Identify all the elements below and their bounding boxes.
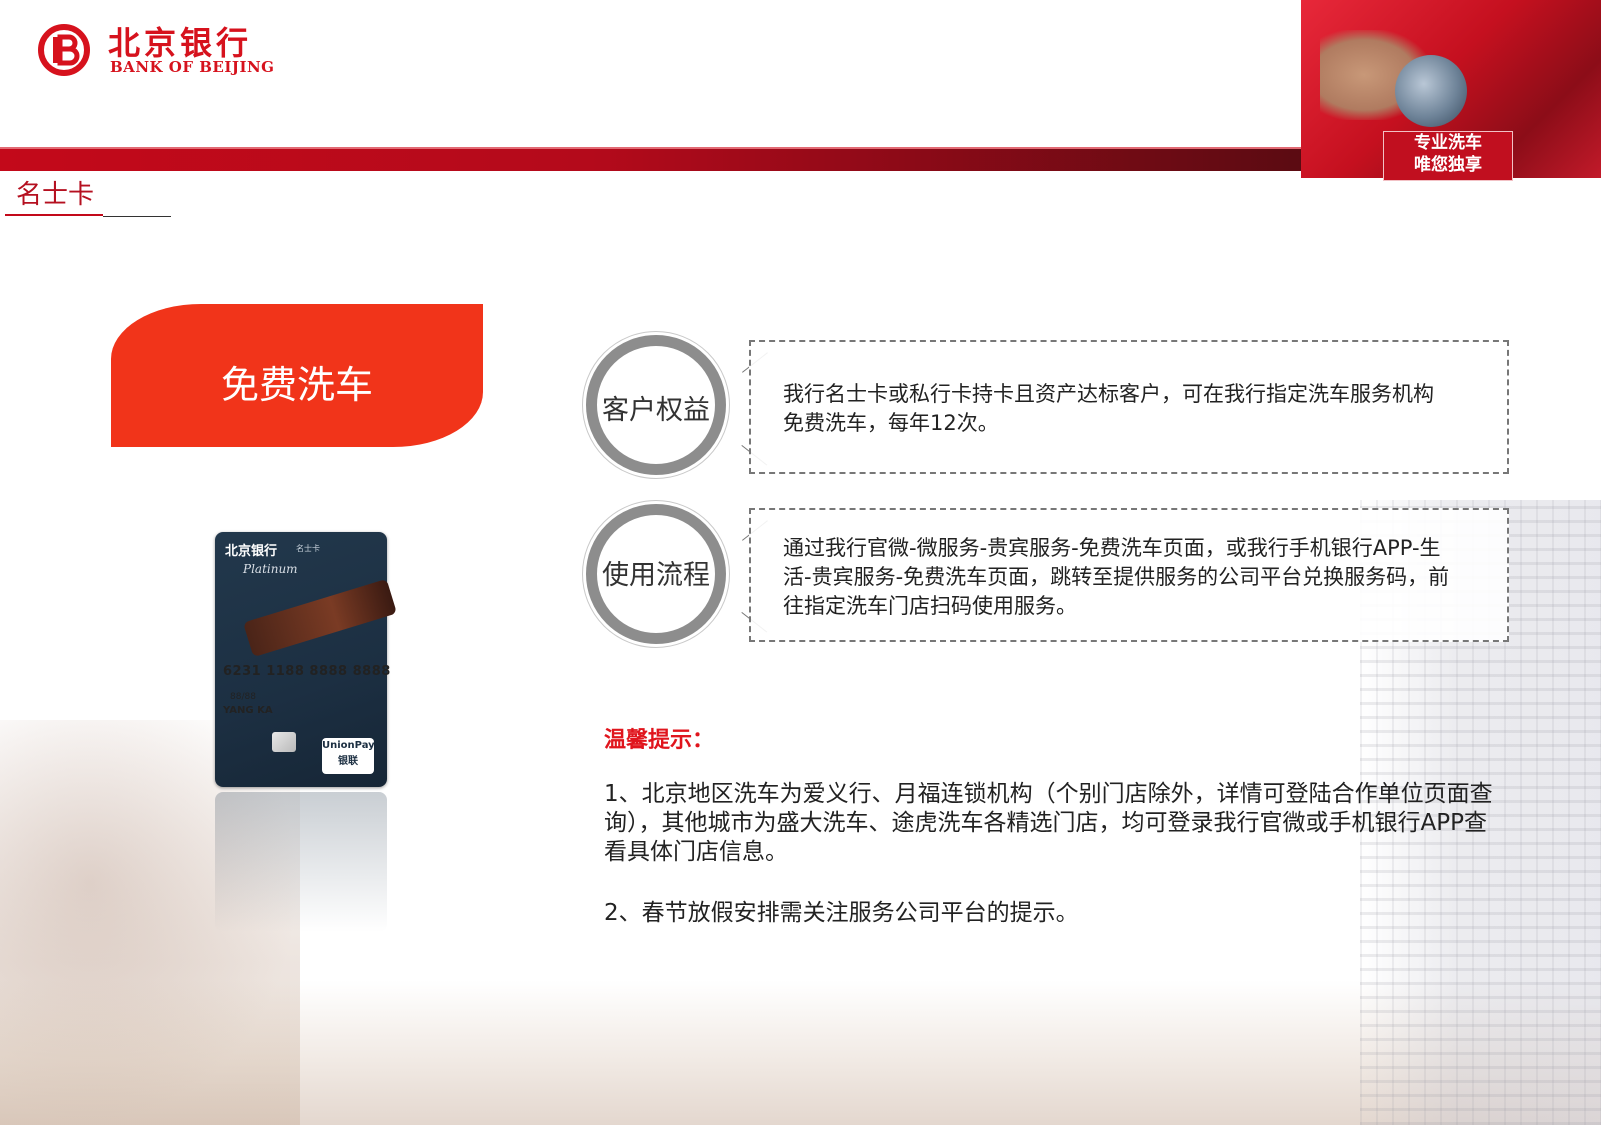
process-text: 通过我行官微-微服务-贵宾服务-免费洗车页面，或我行手机银行APP-生活-贵宾服…: [783, 536, 1450, 618]
card-holder: YANG KA: [223, 705, 273, 716]
card-subtitle: 名士卡: [296, 544, 320, 553]
tab-underline: [5, 214, 103, 216]
benefit-label: 客户权益: [602, 395, 710, 426]
unionpay-logo: UnionPay 银联: [322, 738, 375, 774]
header-band: [0, 147, 1310, 171]
promo-label: 专业洗车 唯您独享: [1383, 131, 1513, 181]
polisher-image: [1395, 55, 1467, 127]
process-box: 通过我行官微-微服务-贵宾服务-免费洗车页面，或我行手机银行APP-生活-贵宾服…: [749, 508, 1509, 642]
card-reflection: [215, 792, 387, 932]
card-bank-name: 北京银行: [225, 544, 278, 559]
page-title: 免费洗车: [220, 363, 373, 407]
bank-logo-icon: [38, 24, 90, 76]
process-label: 使用流程: [602, 560, 710, 591]
page-tab: 名士卡: [16, 180, 95, 210]
promo-label-line2: 唯您独享: [1414, 155, 1482, 175]
card-number: 6231 1188 8888 8888: [223, 664, 391, 679]
tips-item-1: 1、北京地区洗车为爱义行、月福连锁机构（个别门店除外，详情可登陆合作单位页面查询…: [604, 781, 1493, 865]
card-tier: Platinum: [243, 562, 298, 576]
tips-item-2: 2、春节放假安排需关注服务公司平台的提示。: [604, 900, 1079, 926]
benefit-text: 我行名士卡或私行卡持卡且资产达标客户，可在我行指定洗车服务机构免费洗车，每年12…: [783, 382, 1434, 435]
tab-underline-rest: [103, 216, 171, 217]
tips-title: 温馨提示：: [604, 728, 715, 753]
unionpay-text: UnionPay: [322, 740, 375, 751]
header-divider: [0, 147, 1310, 149]
card-chip-icon: [272, 732, 296, 752]
promo-label-line1: 专业洗车: [1414, 133, 1482, 153]
benefit-box: 我行名士卡或私行卡持卡且资产达标客户，可在我行指定洗车服务机构免费洗车，每年12…: [749, 340, 1509, 474]
card-expiry: 88/88: [230, 692, 256, 702]
unionpay-cn: 银联: [338, 756, 358, 767]
bank-name-en: BANK OF BEIJING: [110, 58, 275, 76]
